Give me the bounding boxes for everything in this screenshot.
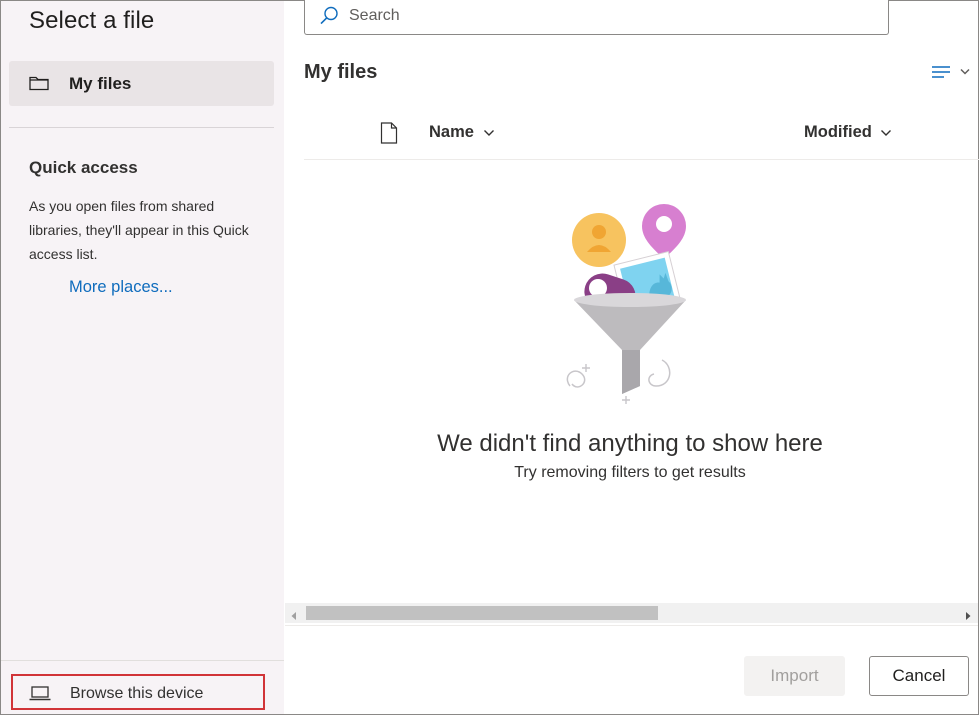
chevron-down-icon bbox=[483, 129, 494, 136]
laptop-icon bbox=[29, 686, 51, 701]
list-view-icon bbox=[932, 66, 950, 78]
sidebar-item-label: My files bbox=[69, 74, 132, 93]
quick-access-description: As you open files from shared libraries,… bbox=[29, 198, 249, 262]
chevron-down-icon bbox=[960, 68, 970, 75]
column-modified-label: Modified bbox=[804, 123, 872, 141]
footer-divider bbox=[285, 625, 978, 626]
quick-access-title: Quick access bbox=[29, 158, 138, 177]
more-places-link[interactable]: More places... bbox=[69, 278, 173, 297]
sidebar-bottom-divider bbox=[1, 660, 284, 661]
import-button[interactable]: Import bbox=[744, 656, 845, 696]
cancel-button[interactable]: Cancel bbox=[869, 656, 969, 696]
dialog-title: Select a file bbox=[29, 7, 155, 34]
sidebar-item-my-files[interactable]: My files bbox=[9, 61, 274, 106]
file-type-icon[interactable] bbox=[380, 122, 398, 144]
empty-state-illustration bbox=[558, 200, 698, 410]
view-options-button[interactable] bbox=[928, 62, 974, 84]
horizontal-scrollbar[interactable] bbox=[285, 603, 978, 623]
column-modified-header[interactable]: Modified bbox=[804, 123, 892, 142]
scroll-right-icon[interactable] bbox=[964, 608, 972, 620]
search-box[interactable] bbox=[304, 0, 889, 35]
column-name-label: Name bbox=[429, 123, 474, 141]
search-icon bbox=[319, 6, 339, 26]
sidebar-divider bbox=[9, 127, 274, 128]
search-input[interactable] bbox=[349, 5, 869, 27]
column-name-header[interactable]: Name bbox=[429, 123, 495, 142]
column-header-row: Name Modified bbox=[304, 110, 979, 160]
browse-this-device-button[interactable]: Browse this device bbox=[11, 674, 265, 710]
sidebar: Select a file My files Quick access As y… bbox=[1, 1, 284, 714]
scroll-left-icon[interactable] bbox=[290, 608, 298, 620]
chevron-down-icon bbox=[881, 129, 892, 136]
scrollbar-thumb[interactable] bbox=[306, 606, 658, 620]
empty-state-title: We didn't find anything to show here bbox=[437, 430, 823, 457]
folder-icon bbox=[29, 75, 49, 91]
empty-state-subtitle: Try removing filters to get results bbox=[514, 464, 746, 481]
page-title: My files bbox=[304, 61, 378, 83]
browse-this-device-label: Browse this device bbox=[70, 685, 204, 702]
